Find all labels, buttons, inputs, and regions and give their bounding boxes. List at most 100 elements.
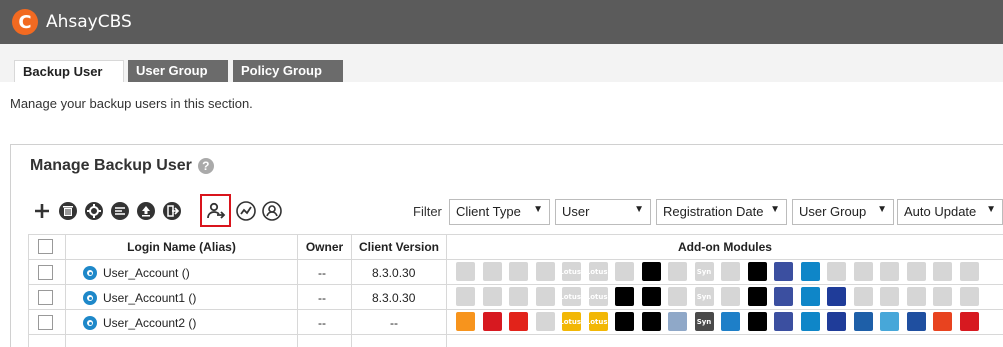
filter-auto-update-select[interactable]: Auto Update ▼	[897, 199, 1003, 225]
header-login-name[interactable]: Login Name (Alias)	[66, 234, 297, 260]
filter-user-value: User	[562, 204, 590, 219]
synology-nas-icon: Syn	[694, 287, 714, 306]
filter-user-group-value: User Group	[799, 204, 867, 219]
qnap-nas-icon	[721, 262, 740, 281]
vmware-icon	[800, 287, 820, 306]
header-client-version[interactable]: Client Version	[352, 234, 446, 260]
vmware-icon	[800, 312, 820, 331]
row-checkbox[interactable]	[38, 290, 53, 305]
hyperv-icon	[774, 262, 793, 281]
cdp-icon	[747, 287, 767, 306]
filter-client-type-select[interactable]: Client Type ▼	[449, 199, 550, 225]
settings-icon[interactable]	[84, 201, 104, 221]
exchange-icon	[456, 312, 475, 331]
vmware-icon	[800, 262, 820, 281]
office365-icon	[906, 287, 926, 306]
row-checkbox[interactable]	[38, 315, 53, 330]
filter-client-type-value: Client Type	[456, 204, 521, 219]
mysql-icon	[535, 312, 555, 331]
filter-registration-date-select[interactable]: Registration Date ▼	[656, 199, 787, 225]
login-name-link[interactable]: User_Account2 ()	[103, 316, 196, 330]
client-version-cell: 8.3.0.30	[372, 266, 416, 280]
hyperv-icon	[774, 287, 793, 306]
chevron-down-icon: ▼	[986, 204, 996, 215]
filter-user-select[interactable]: User ▼	[555, 199, 651, 225]
group-icon[interactable]	[262, 201, 282, 221]
cdp-icon	[747, 312, 767, 331]
login-name-link[interactable]: User_Account ()	[103, 266, 190, 280]
upload-icon[interactable]	[136, 201, 156, 221]
office-icon	[933, 287, 952, 306]
system-icon	[880, 262, 899, 281]
tab-policy-group[interactable]: Policy Group	[233, 60, 343, 82]
shadowprotect-icon	[615, 287, 634, 306]
row-divider	[28, 309, 1003, 310]
cloud-icon	[959, 262, 979, 281]
windows-icon	[853, 262, 873, 281]
select-all-checkbox[interactable]	[38, 239, 53, 254]
mail-icon	[668, 287, 687, 306]
sql-icon	[482, 262, 502, 281]
office-icon	[933, 262, 952, 281]
owner-cell: --	[318, 266, 326, 280]
lotus-domino-icon: Lotus.	[562, 312, 581, 331]
login-name-link[interactable]: User_Account1 ()	[103, 291, 196, 305]
volume-icon	[641, 262, 661, 281]
col-divider	[28, 234, 29, 347]
chart-icon[interactable]	[236, 201, 256, 221]
filter-user-group-select[interactable]: User Group ▼	[792, 199, 894, 225]
row-divider	[28, 334, 1003, 335]
row-divider	[28, 284, 1003, 285]
user-status-icon	[83, 291, 97, 305]
volume-icon	[641, 287, 661, 306]
help-icon[interactable]: ?	[197, 158, 214, 174]
volume-icon	[641, 312, 661, 331]
exchange-icon	[456, 262, 475, 281]
row-checkbox[interactable]	[38, 265, 53, 280]
owner-cell: --	[318, 291, 326, 305]
page-description: Manage your backup users in this section…	[10, 96, 253, 111]
hyperv-icon	[774, 312, 793, 331]
tab-user-group[interactable]: User Group	[128, 60, 228, 82]
exchange-icon	[456, 287, 475, 306]
ahsay-logo-icon: C	[12, 9, 38, 35]
shadowprotect-icon	[615, 312, 634, 331]
chevron-down-icon: ▼	[533, 204, 543, 215]
system-icon	[880, 287, 899, 306]
tab-backup-user[interactable]: Backup User	[14, 60, 124, 82]
filter-registration-date-value: Registration Date	[663, 204, 764, 219]
qnap-nas-icon	[721, 312, 740, 331]
app-title: AhsayCBS	[46, 12, 132, 32]
assign-highlight	[200, 194, 231, 227]
lotus-domino-icon: Lotus.	[562, 287, 581, 306]
mysql-icon	[535, 287, 555, 306]
owner-cell: --	[318, 316, 326, 330]
export-icon[interactable]	[162, 201, 182, 221]
cloud-icon	[959, 287, 979, 306]
header-owner[interactable]: Owner	[298, 234, 351, 260]
user-status-icon	[83, 266, 97, 280]
filter-auto-update-value: Auto Update	[904, 204, 977, 219]
system-icon	[880, 312, 899, 331]
shadowprotect-icon	[615, 262, 634, 281]
client-version-cell: 8.3.0.30	[372, 291, 416, 305]
office365-icon	[906, 312, 926, 331]
restore-icon	[827, 287, 846, 306]
mysql-icon	[535, 262, 555, 281]
sql-icon	[482, 312, 502, 331]
sql-icon	[482, 287, 502, 306]
chevron-down-icon: ▼	[877, 204, 887, 215]
office365-icon	[906, 262, 926, 281]
mail-icon	[668, 312, 687, 331]
chevron-down-icon: ▼	[634, 204, 644, 215]
synology-nas-icon: Syn	[694, 262, 714, 281]
oracle-icon	[509, 287, 528, 306]
delete-icon[interactable]	[58, 201, 78, 221]
section-title: Manage Backup User ?	[30, 157, 214, 175]
list-icon[interactable]	[110, 201, 130, 221]
oracle-icon	[509, 312, 528, 331]
oracle-icon	[509, 262, 528, 281]
add-icon[interactable]	[32, 201, 52, 221]
lotus-notes-icon: Lotus.	[588, 262, 608, 281]
client-version-cell: --	[390, 316, 398, 330]
